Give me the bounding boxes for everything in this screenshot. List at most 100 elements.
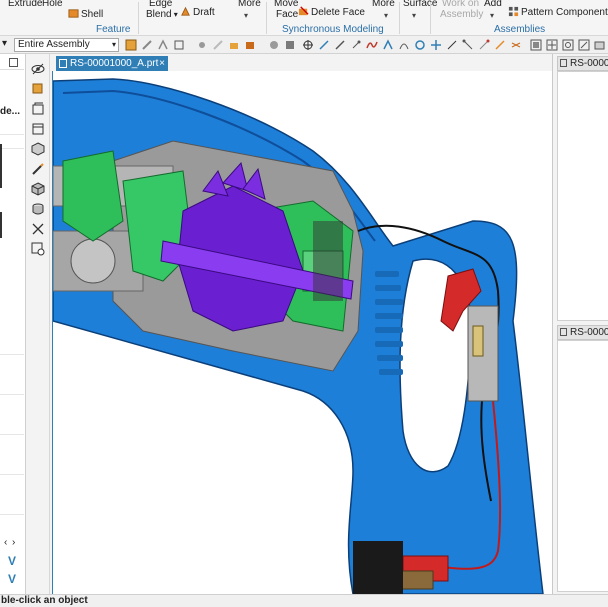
list-item [0,514,24,515]
navigator-item-truncated[interactable]: de... [0,106,20,117]
expand-chevron-icon[interactable]: V [8,554,16,568]
vertex-snap-icon[interactable] [382,39,394,51]
pattern-component-button[interactable]: Pattern Component [508,6,608,18]
surface-button[interactable]: Surface [403,0,437,9]
curve-snap-icon[interactable] [366,39,378,51]
restore-window-icon[interactable] [9,58,18,67]
more-sync-dropdown-icon[interactable]: ▾ [384,11,388,20]
reuse-library-icon[interactable] [31,142,45,156]
part-navigator-icon[interactable] [31,122,45,136]
eye-icon[interactable] [31,62,45,76]
model-view[interactable] [53,71,552,594]
expand-chevron-icon[interactable]: V [8,572,16,586]
snap-end-icon[interactable] [212,39,224,51]
orient-view-icon[interactable] [546,39,558,51]
ribbon-separator [399,2,400,34]
snap-center-icon[interactable] [244,39,256,51]
show-hide-icon[interactable] [530,39,542,51]
delete-face-icon [298,6,309,16]
list-item [0,394,24,395]
right-view-panel: RS-00001 RS-00001 [552,54,608,594]
secondary-window-title-1: RS-00001 [570,58,608,69]
select-face-icon[interactable] [173,39,185,51]
fit-view-icon[interactable] [562,39,574,51]
circle-snap-icon[interactable] [302,39,314,51]
cube-icon[interactable] [31,182,45,196]
ribbon: Extrude Hole Shell Edge Blend ▾ Draft Mo… [0,0,608,36]
list-item [0,148,24,149]
list-item [0,134,24,135]
assembly-navigator-icon[interactable] [31,82,45,96]
status-bar: ble-click an object [0,594,608,607]
center-snap-icon[interactable] [414,39,426,51]
roles-settings-icon[interactable] [31,242,45,256]
list-item [0,354,24,355]
arc-snap-icon[interactable] [398,39,410,51]
intersection-icon[interactable] [510,39,522,51]
status-prompt: ble-click an object [1,595,88,606]
menu-arrow-icon[interactable]: ▾ [2,38,7,49]
nx-cad-window: Extrude Hole Shell Edge Blend ▾ Draft Mo… [0,0,608,607]
line-snap-icon[interactable] [318,39,330,51]
add-button[interactable]: Add [484,0,502,9]
select-filter-icon[interactable] [125,39,137,51]
select-body-icon[interactable] [157,39,169,51]
ribbon-separator [430,2,431,34]
move-face-button[interactable]: Face [276,9,298,20]
delete-face-label: Delete Face [311,7,365,18]
secondary-window-view-2[interactable] [557,340,608,592]
close-x-icon[interactable] [31,222,45,236]
graphics-window-tab[interactable]: RS-00001000_A.prt × [56,56,168,71]
add-dropdown-icon[interactable]: ▾ [490,11,494,20]
selection-scope-select[interactable]: Entire Assembly ▾ [14,38,119,52]
more-feature-dropdown-icon[interactable]: ▾ [244,11,248,20]
secondary-window-tab-2[interactable]: RS-00001 [557,325,608,340]
green-gear-left[interactable] [62,150,124,242]
shell-icon [68,9,79,18]
secondary-window-tab-1[interactable]: RS-00001 [557,56,608,71]
secondary-window-title-2: RS-00001 [570,327,608,338]
tree-connector [0,212,2,238]
snap-point-icon[interactable] [196,39,208,51]
point-on-curve-icon[interactable] [478,39,490,51]
crosshair-snap-icon[interactable] [430,39,442,51]
face-snap-icon[interactable] [462,39,474,51]
draft-button[interactable]: Draft [180,6,215,18]
more-sync-button[interactable]: More [372,0,395,9]
more-feature-button[interactable]: More [238,0,261,9]
perpendicular-snap-icon[interactable] [350,39,362,51]
blend-label: Blend [146,9,172,20]
bounded-snap-icon[interactable] [446,39,458,51]
snap-mid-icon[interactable] [228,39,240,51]
bearing [70,238,116,284]
select-feature-icon[interactable] [141,39,153,51]
tangent-snap-icon[interactable] [334,39,346,51]
surface-dropdown-icon[interactable]: ▾ [412,11,416,20]
pattern-component-label: Pattern Component [521,7,608,18]
work-on-assembly-button[interactable]: Assembly [440,9,483,20]
layer-icon[interactable] [594,39,606,51]
selection-toolbar: ▾ Entire Assembly ▾ [0,36,608,54]
secondary-window-view-1[interactable] [557,71,608,321]
close-icon[interactable]: × [159,56,165,71]
delete-face-button[interactable]: Delete Face [298,6,365,18]
switch-contact [472,325,484,357]
cylinder-icon[interactable] [31,202,45,216]
work-on-assembly-label-top: Work on [442,0,480,9]
point-on-face-icon[interactable] [494,39,506,51]
view-orient-icon[interactable] [268,39,280,51]
list-item [0,474,24,475]
selection-scope-value: Entire Assembly [18,39,90,50]
shell-button[interactable]: Shell [68,8,103,20]
brush-icon[interactable] [31,162,45,176]
scroll-right-icon[interactable]: › [12,537,15,548]
constraint-navigator-icon[interactable] [31,102,45,116]
edge-blend-button[interactable]: Blend ▾ [146,9,178,20]
document-icon [560,328,567,336]
extrude-button[interactable]: Extrude [8,0,42,9]
render-style-icon[interactable] [284,39,296,51]
zoom-icon[interactable] [578,39,590,51]
graphics-viewport[interactable] [52,71,552,594]
scroll-left-icon[interactable]: ‹ [4,537,7,548]
hole-button[interactable]: Hole [42,0,63,9]
